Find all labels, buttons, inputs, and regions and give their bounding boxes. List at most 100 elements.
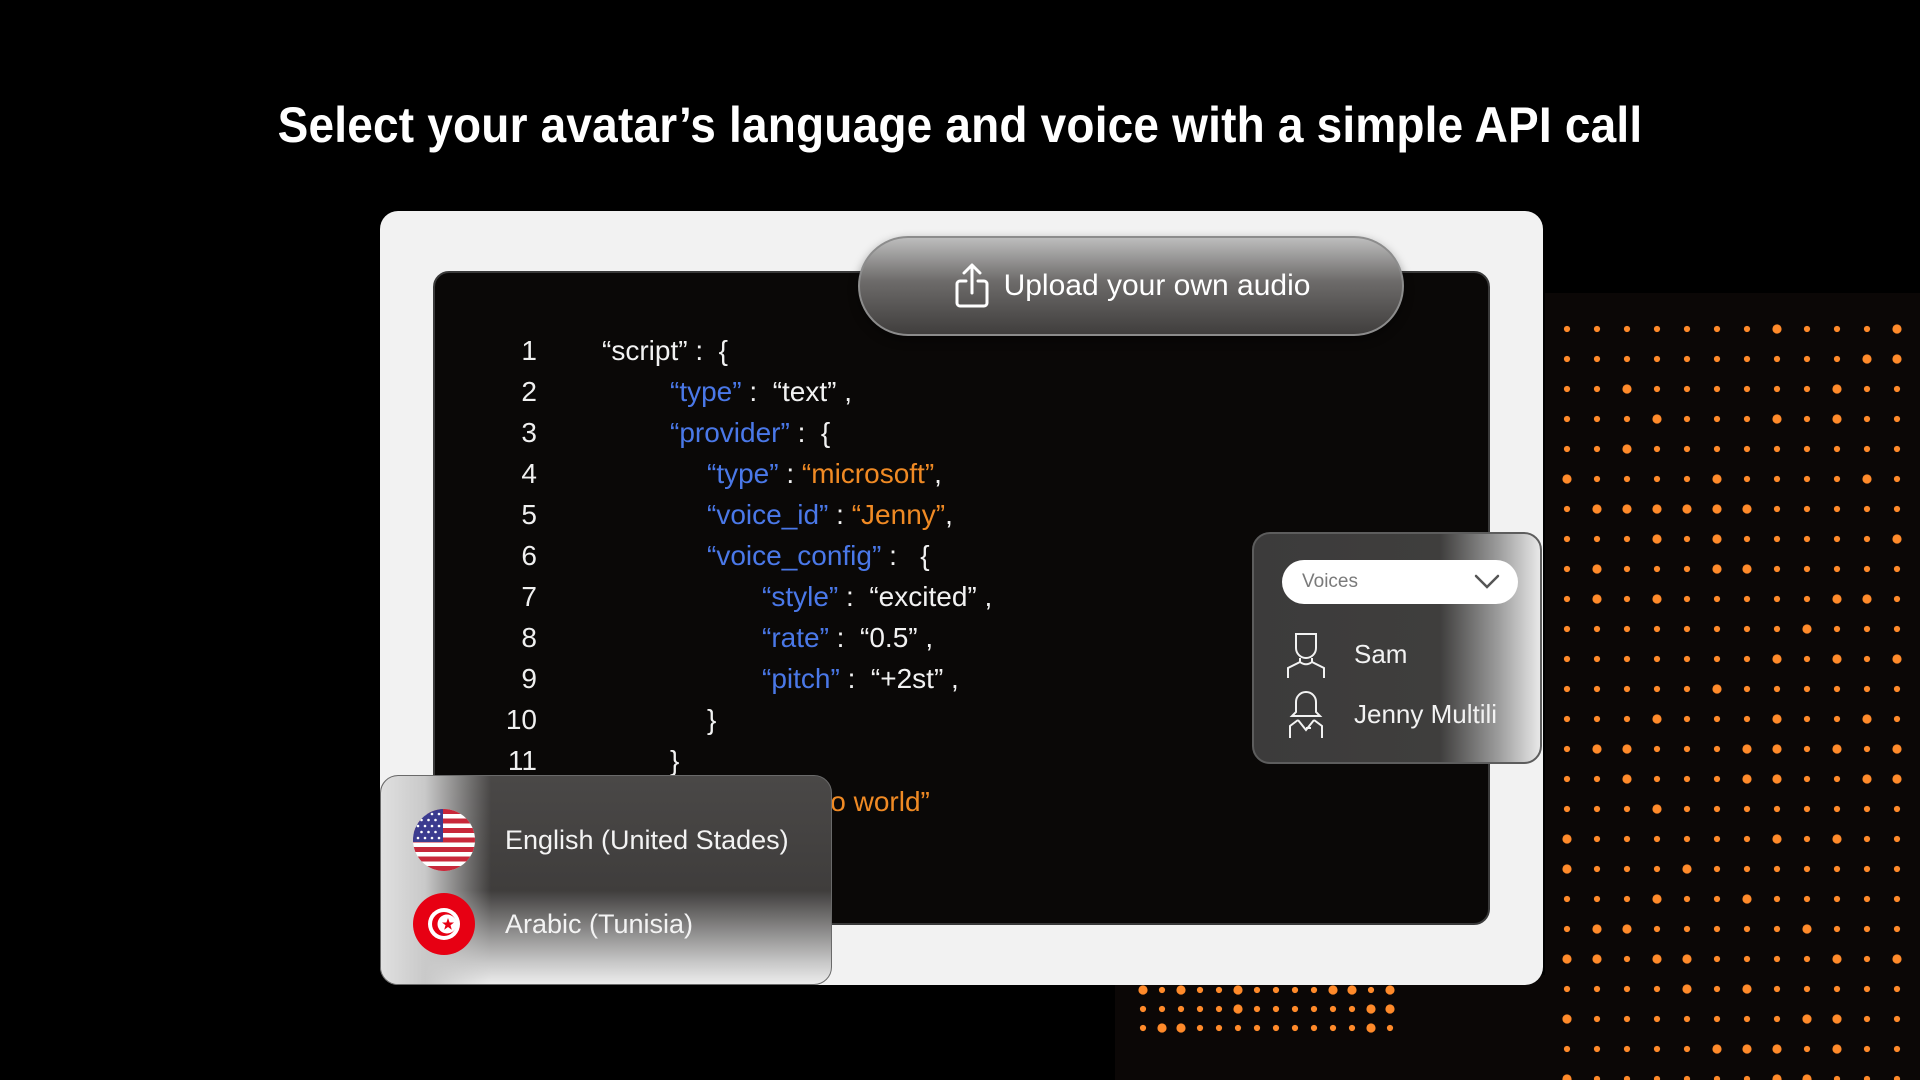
decorative-dot	[1683, 835, 1691, 843]
decorative-dot	[1713, 445, 1721, 453]
decorative-dot	[1713, 1075, 1721, 1080]
female-avatar-icon	[1289, 690, 1323, 738]
decorative-dot	[1773, 535, 1781, 543]
page-headline: Select your avatar’s language and voice …	[277, 97, 1643, 153]
decorative-dot	[1743, 655, 1751, 663]
decorative-dot	[1773, 565, 1781, 573]
decorative-dot	[1743, 685, 1751, 693]
decorative-dot	[1893, 895, 1901, 903]
decorative-dot	[1713, 835, 1721, 843]
decorative-dot	[1893, 385, 1901, 393]
decorative-dot	[1803, 415, 1811, 423]
decorative-dot	[1713, 415, 1721, 423]
decorative-dot	[1233, 1004, 1243, 1014]
decorative-dot	[1139, 1024, 1147, 1032]
voice-option-jenny[interactable]: Jenny Multili	[1284, 690, 1497, 738]
decorative-dot	[1653, 385, 1661, 393]
decorative-dot	[1623, 415, 1631, 423]
decorative-dot	[1683, 715, 1691, 723]
decorative-dot	[1215, 1024, 1223, 1032]
decorative-dot	[1893, 1045, 1901, 1053]
decorative-dot	[1862, 354, 1872, 364]
decorative-dot	[1743, 535, 1751, 543]
decorative-dot	[1863, 445, 1871, 453]
decorative-dot	[1563, 805, 1571, 813]
decorative-dot	[1139, 1005, 1147, 1013]
decorative-dot	[1712, 1044, 1722, 1054]
decorative-dot	[1773, 355, 1781, 363]
decorative-dot	[1773, 385, 1781, 393]
decorative-dot	[1743, 595, 1751, 603]
code-punct: ,	[945, 499, 953, 530]
decorative-dot	[1773, 985, 1781, 993]
decorative-dot	[1329, 1024, 1337, 1032]
decorative-dot	[1562, 1014, 1572, 1024]
decorative-dot	[1622, 504, 1632, 514]
decorative-dot	[1803, 325, 1811, 333]
decorative-dot	[1773, 925, 1781, 933]
decorative-dot	[1802, 1014, 1812, 1024]
decorative-dot	[1803, 475, 1811, 483]
decorative-dot	[1593, 475, 1601, 483]
decorative-dot	[1742, 984, 1752, 994]
decorative-dot	[1833, 805, 1841, 813]
decorative-dot	[1743, 475, 1751, 483]
decorative-dot	[1893, 805, 1901, 813]
decorative-dot	[1833, 625, 1841, 633]
decorative-dot	[1832, 654, 1842, 664]
decorative-dot	[1773, 1015, 1781, 1023]
code-punct: }	[670, 745, 680, 776]
decorative-dot	[1683, 595, 1691, 603]
code-line: 1 “script” : {	[435, 335, 1488, 376]
decorative-dot	[1622, 384, 1632, 394]
decorative-dot	[1833, 565, 1841, 573]
decorative-dot	[1652, 804, 1662, 814]
language-option-english-us[interactable]: English (United Stades)	[413, 809, 789, 871]
decorative-dot	[1563, 925, 1571, 933]
code-text: “rate” : “0.5” ,	[762, 622, 933, 654]
decorative-dot	[1802, 624, 1812, 634]
decorative-dot	[1712, 474, 1722, 484]
decorative-dot	[1366, 1004, 1376, 1014]
decorative-dot	[1623, 595, 1631, 603]
decorative-dot	[1563, 985, 1571, 993]
code-key: “provider”	[670, 417, 790, 448]
decorative-dot	[1177, 1005, 1185, 1013]
upload-audio-button[interactable]: Upload your own audio	[858, 236, 1404, 336]
decorative-dot	[1743, 955, 1751, 963]
decorative-dot	[1772, 834, 1782, 844]
voice-option-label: Sam	[1354, 638, 1408, 669]
decorative-dot	[1683, 535, 1691, 543]
decorative-dot	[1773, 625, 1781, 633]
decorative-dot	[1623, 865, 1631, 873]
decorative-dot	[1713, 805, 1721, 813]
voices-dropdown[interactable]: Voices	[1282, 560, 1518, 604]
decorative-dot	[1593, 445, 1601, 453]
code-punct: :	[778, 458, 802, 489]
decorative-dot	[1683, 1015, 1691, 1023]
decorative-dot	[1772, 1074, 1782, 1080]
decorative-dot	[1385, 985, 1395, 995]
decorative-dot	[1683, 655, 1691, 663]
decorative-dot	[1803, 565, 1811, 573]
decorative-dot	[1713, 955, 1721, 963]
decorative-dot	[1863, 505, 1871, 513]
decorative-dot	[1563, 535, 1571, 543]
decorative-dot	[1713, 1015, 1721, 1023]
code-text: “pitch” : “+2st” ,	[762, 663, 959, 695]
decorative-dot	[1803, 835, 1811, 843]
decorative-dot	[1802, 924, 1812, 934]
decorative-dot	[1833, 445, 1841, 453]
decorative-dot	[1623, 955, 1631, 963]
decorative-dot	[1863, 835, 1871, 843]
decorative-dot	[1623, 625, 1631, 633]
decorative-dot	[1713, 385, 1721, 393]
decorative-dot	[1683, 685, 1691, 693]
decorative-dot	[1742, 774, 1752, 784]
decorative-dot	[1310, 986, 1318, 994]
decorative-dot	[1623, 895, 1631, 903]
decorative-dot	[1863, 865, 1871, 873]
language-option-arabic-tunisia[interactable]: Arabic (Tunisia)	[413, 893, 693, 955]
line-number: 11	[507, 745, 537, 776]
voice-option-sam[interactable]: Sam	[1284, 630, 1407, 678]
